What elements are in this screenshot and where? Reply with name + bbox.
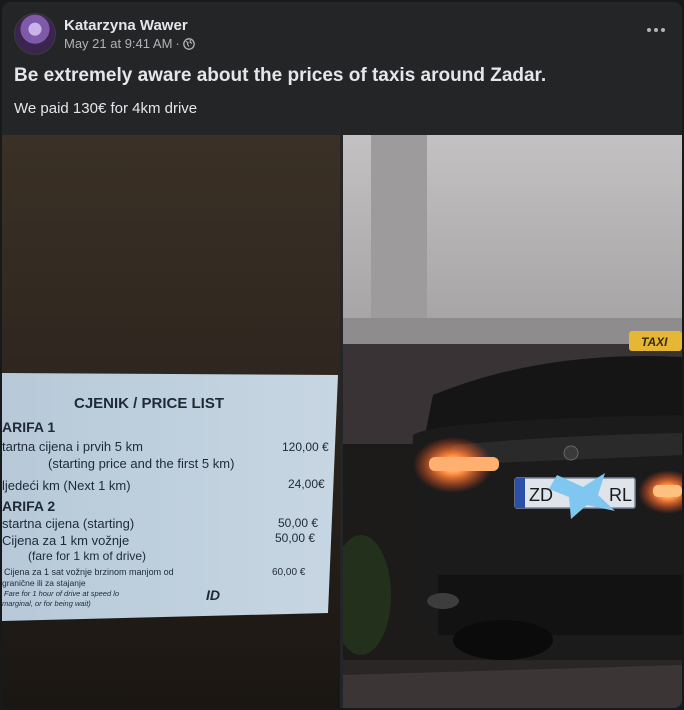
row4-label: Cijena za 1 km vožnje <box>2 533 129 548</box>
more-horizontal-icon <box>647 28 665 32</box>
row4-value: 50,00 € <box>275 531 315 545</box>
car-logo <box>563 445 579 461</box>
post-subline: May 21 at 9:41 AM · <box>64 35 195 52</box>
globe-icon[interactable] <box>182 37 195 50</box>
price-list-photo[interactable]: CJENIK / PRICE LIST ARIFA 1 tartna cijen… <box>2 135 340 708</box>
fine-print-1: granične ili za stajanje <box>2 578 86 588</box>
row3-value: 50,00 € <box>278 516 318 530</box>
post-body: We paid 130€ for 4km drive <box>14 100 198 117</box>
tail-light-left <box>429 457 499 471</box>
row1-value: 120,00 € <box>282 440 329 454</box>
author-name[interactable]: Katarzyna Wawer <box>64 16 195 35</box>
plate-country-strip <box>515 478 525 508</box>
fine-print-3: marginal, or for being wait) <box>2 599 91 608</box>
facebook-post: Katarzyna Wawer May 21 at 9:41 AM · Be e… <box>2 2 682 708</box>
more-options-button[interactable] <box>638 12 674 48</box>
row3-label: startna cijena (starting) <box>2 516 134 531</box>
taxi-car-photo[interactable]: TAXI ZD RL <box>343 135 682 708</box>
fine-print-2: Fare for 1 hour of drive at speed lo <box>4 589 119 598</box>
logo-text: ID <box>206 587 220 603</box>
avatar[interactable] <box>14 13 56 55</box>
row2-label: ljedeći km (Next 1 km) <box>2 478 131 493</box>
plate-left-text: ZD <box>529 485 553 505</box>
price-list-title: CJENIK / PRICE LIST <box>74 395 224 412</box>
separator: · <box>175 36 180 51</box>
tariff-2-heading: ARIFA 2 <box>2 498 55 514</box>
row1-label: tartna cijena i prvih 5 km <box>2 439 143 454</box>
tail-light-right <box>653 485 682 497</box>
post-timestamp[interactable]: May 21 at 9:41 AM <box>64 35 172 52</box>
taxi-car-image: TAXI ZD RL <box>343 135 682 708</box>
post-headline: Be extremely aware about the prices of t… <box>14 65 547 86</box>
row1-english: (starting price and the first 5 km) <box>48 456 234 471</box>
row5-value: 60,00 € <box>272 567 306 578</box>
post-header: Katarzyna Wawer May 21 at 9:41 AM · <box>14 13 195 55</box>
row2-value: 24,00€ <box>288 477 325 491</box>
building-pillar <box>371 135 427 325</box>
rear-wheel <box>453 620 553 660</box>
exhaust-pipe <box>427 593 459 609</box>
post-meta: Katarzyna Wawer May 21 at 9:41 AM · <box>64 16 195 52</box>
row4-english: (fare for 1 km of drive) <box>28 549 146 563</box>
price-list-image: CJENIK / PRICE LIST ARIFA 1 tartna cijen… <box>2 135 340 708</box>
tariff-1-heading: ARIFA 1 <box>2 419 55 435</box>
photo-grid: CJENIK / PRICE LIST ARIFA 1 tartna cijen… <box>2 135 682 708</box>
taxi-sign-text: TAXI <box>641 335 668 349</box>
plate-right-text: RL <box>609 485 632 505</box>
row5-label: Cijena za 1 sat vožnje brzinom manjom od <box>4 567 174 577</box>
